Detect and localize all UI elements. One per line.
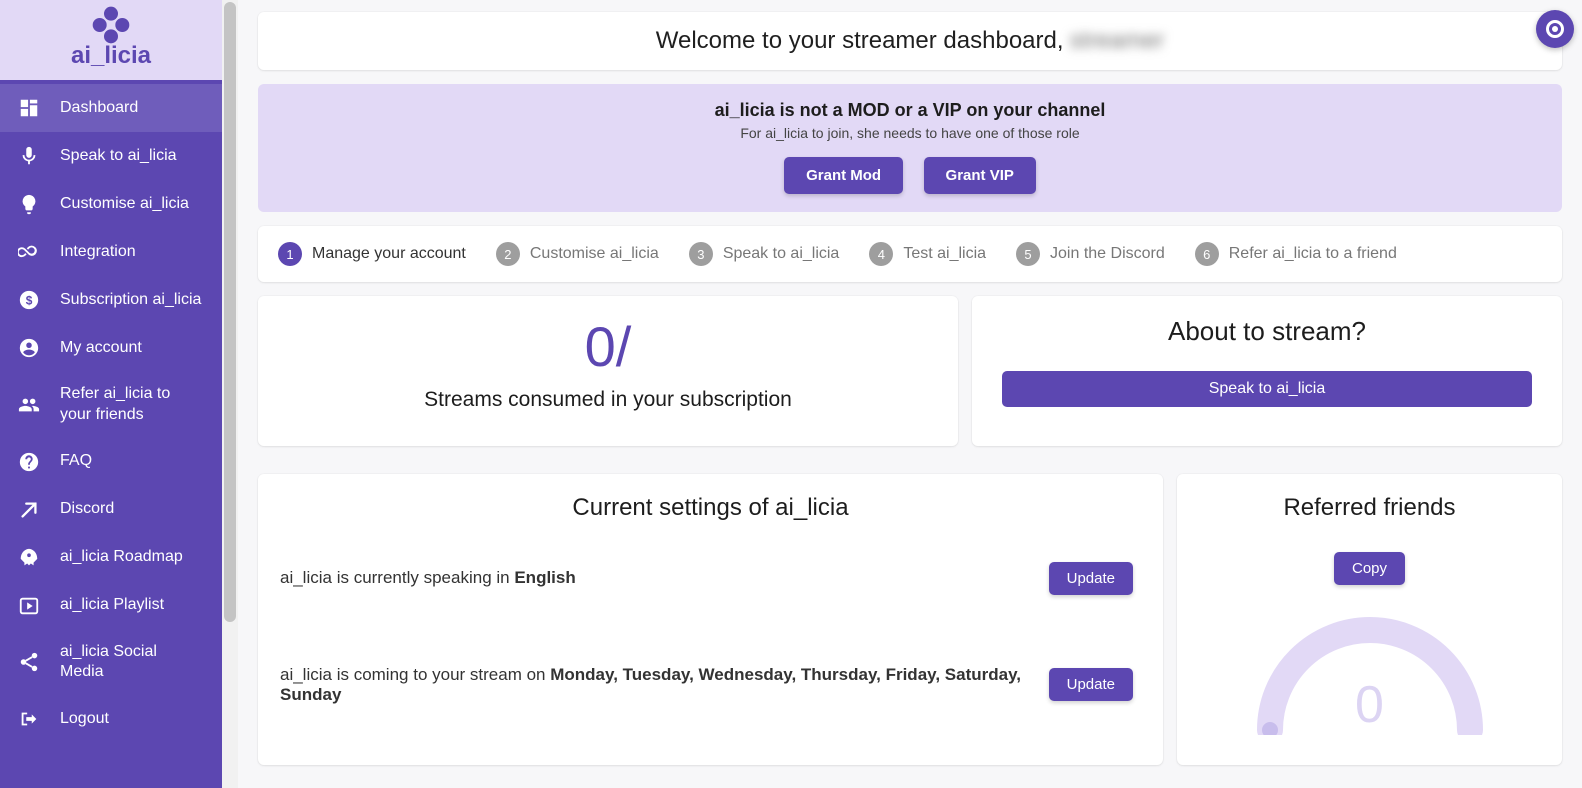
- svg-text:$: $: [26, 294, 33, 308]
- sidebar-item-subscription[interactable]: $ Subscription ai_licia: [0, 276, 222, 324]
- rocket-icon: [18, 547, 40, 569]
- welcome-username: streamer: [1070, 27, 1165, 55]
- current-settings-card: Current settings of ai_licia ai_licia is…: [258, 474, 1163, 765]
- sidebar-item-label: Integration: [60, 242, 136, 263]
- referred-title: Referred friends: [1199, 494, 1540, 522]
- referral-gauge: 0: [1199, 615, 1540, 735]
- step-number: 6: [1195, 242, 1219, 266]
- grant-vip-button[interactable]: Grant VIP: [924, 157, 1036, 194]
- sidebar-item-roadmap[interactable]: ai_licia Roadmap: [0, 534, 222, 582]
- sidebar-item-playlist[interactable]: ai_licia Playlist: [0, 582, 222, 630]
- settings-title: Current settings of ai_licia: [280, 494, 1141, 522]
- sidebar-item-account[interactable]: My account: [0, 324, 222, 372]
- step-label: Refer ai_licia to a friend: [1229, 245, 1397, 263]
- step-label: Test ai_licia: [903, 245, 986, 263]
- about-to-stream-card: About to stream? Speak to ai_licia: [972, 296, 1562, 446]
- grant-mod-button[interactable]: Grant Mod: [784, 157, 903, 194]
- sidebar-item-label: ai_licia Social Media: [60, 642, 204, 684]
- sidebar-item-refer[interactable]: Refer ai_licia to your friends: [0, 372, 222, 438]
- dashboard-icon: [18, 97, 40, 119]
- permission-notice: ai_licia is not a MOD or a VIP on your c…: [258, 84, 1562, 212]
- setting-language-row: ai_licia is currently speaking in Englis…: [280, 562, 1141, 595]
- sidebar-nav: Dashboard Speak to ai_licia Customise ai…: [0, 80, 222, 788]
- logout-icon: [18, 708, 40, 730]
- sidebar-item-speak[interactable]: Speak to ai_licia: [0, 132, 222, 180]
- sidebar-item-label: Discord: [60, 499, 114, 520]
- streams-consumed-card: 0/ Streams consumed in your subscription: [258, 296, 958, 446]
- sidebar-item-discord[interactable]: Discord: [0, 486, 222, 534]
- microphone-icon: [18, 145, 40, 167]
- sidebar-item-label: My account: [60, 338, 142, 359]
- sidebar-item-logout[interactable]: Logout: [0, 695, 222, 743]
- floating-action-button[interactable]: [1536, 10, 1574, 48]
- step-number: 3: [689, 242, 713, 266]
- referral-gauge-value: 0: [1199, 675, 1540, 735]
- step-manage-account[interactable]: 1 Manage your account: [278, 242, 466, 266]
- step-label: Customise ai_licia: [530, 245, 659, 263]
- dollar-circle-icon: $: [18, 289, 40, 311]
- main-content: Welcome to your streamer dashboard, stre…: [238, 0, 1582, 788]
- streams-count: 0/: [278, 316, 938, 378]
- sidebar-item-label: FAQ: [60, 451, 92, 472]
- playlist-icon: [18, 595, 40, 617]
- sidebar-item-integration[interactable]: Integration: [0, 228, 222, 276]
- sidebar-item-social[interactable]: ai_licia Social Media: [0, 630, 222, 696]
- sidebar: ai_licia Dashboard Speak to ai_licia Cus…: [0, 0, 222, 788]
- sidebar-item-faq[interactable]: FAQ: [0, 438, 222, 486]
- step-customise[interactable]: 2 Customise ai_licia: [496, 242, 659, 266]
- speak-to-ailicia-button[interactable]: Speak to ai_licia: [1002, 371, 1532, 407]
- arrow-up-right-icon: [18, 499, 40, 521]
- step-test[interactable]: 4 Test ai_licia: [869, 242, 986, 266]
- sidebar-item-label: Subscription ai_licia: [60, 290, 201, 311]
- welcome-prefix: Welcome to your streamer dashboard,: [656, 27, 1064, 55]
- step-number: 2: [496, 242, 520, 266]
- target-icon: [1546, 20, 1564, 38]
- setting-language-prefix: ai_licia is currently speaking in: [280, 568, 514, 587]
- sidebar-item-label: Speak to ai_licia: [60, 146, 177, 167]
- lightbulb-icon: [18, 193, 40, 215]
- setting-days-prefix: ai_licia is coming to your stream on: [280, 665, 550, 684]
- sidebar-item-label: ai_licia Playlist: [60, 595, 164, 616]
- brand-logo: ai_licia: [0, 0, 222, 80]
- step-label: Speak to ai_licia: [723, 245, 840, 263]
- onboarding-steps: 1 Manage your account 2 Customise ai_lic…: [258, 226, 1562, 282]
- sidebar-item-label: ai_licia Roadmap: [60, 547, 183, 568]
- welcome-card: Welcome to your streamer dashboard, stre…: [258, 12, 1562, 70]
- sidebar-item-label: Dashboard: [60, 98, 138, 119]
- infinity-icon: [18, 241, 40, 263]
- step-number: 5: [1016, 242, 1040, 266]
- scrollbar-thumb[interactable]: [224, 2, 236, 622]
- sidebar-item-dashboard[interactable]: Dashboard: [0, 84, 222, 132]
- copy-referral-button[interactable]: Copy: [1334, 552, 1405, 585]
- sidebar-item-label: Refer ai_licia to your friends: [60, 384, 204, 426]
- streams-caption: Streams consumed in your subscription: [278, 388, 938, 412]
- step-label: Manage your account: [312, 245, 466, 263]
- notice-title: ai_licia is not a MOD or a VIP on your c…: [278, 100, 1542, 121]
- step-discord[interactable]: 5 Join the Discord: [1016, 242, 1165, 266]
- update-language-button[interactable]: Update: [1049, 562, 1133, 595]
- sidebar-item-label: Customise ai_licia: [60, 194, 189, 215]
- question-icon: [18, 451, 40, 473]
- update-days-button[interactable]: Update: [1049, 668, 1133, 701]
- step-number: 4: [869, 242, 893, 266]
- setting-language-value: English: [514, 568, 575, 587]
- people-icon: [18, 394, 40, 416]
- step-label: Join the Discord: [1050, 245, 1165, 263]
- account-circle-icon: [18, 337, 40, 359]
- step-speak[interactable]: 3 Speak to ai_licia: [689, 242, 840, 266]
- setting-days-row: ai_licia is coming to your stream on Mon…: [280, 665, 1141, 705]
- flower-icon: [88, 2, 133, 47]
- sidebar-item-customise[interactable]: Customise ai_licia: [0, 180, 222, 228]
- share-icon: [18, 651, 40, 673]
- step-refer[interactable]: 6 Refer ai_licia to a friend: [1195, 242, 1397, 266]
- referred-friends-card: Referred friends Copy 0: [1177, 474, 1562, 765]
- step-number: 1: [278, 242, 302, 266]
- scrollbar[interactable]: [222, 0, 238, 788]
- notice-subtitle: For ai_licia to join, she needs to have …: [278, 125, 1542, 141]
- sidebar-item-label: Logout: [60, 709, 109, 730]
- about-title: About to stream?: [1002, 316, 1532, 347]
